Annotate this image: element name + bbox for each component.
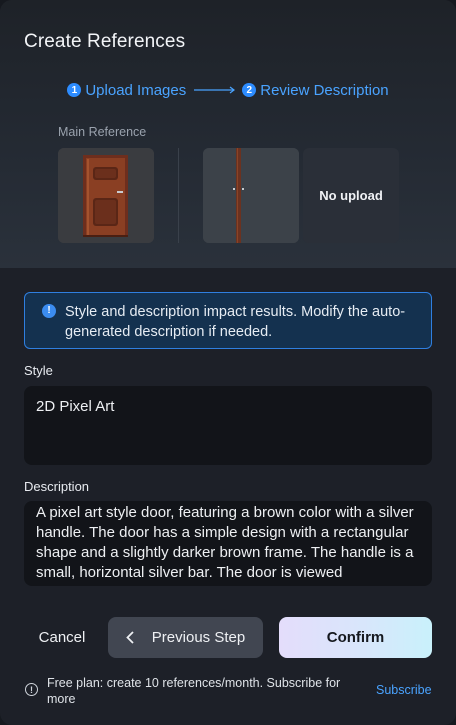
- info-circle-icon: !: [25, 683, 38, 696]
- info-message: Style and description impact results. Mo…: [65, 304, 406, 340]
- step-2-number: 2: [242, 83, 257, 97]
- main-reference-label: Main Reference: [58, 125, 147, 139]
- subscribe-link[interactable]: Subscribe: [376, 683, 432, 697]
- action-bar: Cancel Previous Step Confirm: [0, 617, 456, 658]
- door-side-image: [203, 148, 299, 243]
- step-2-label: Review Description: [260, 81, 389, 99]
- door-front-image: [58, 148, 154, 243]
- chevron-left-icon: [126, 631, 134, 644]
- confirm-button[interactable]: Confirm: [279, 617, 432, 658]
- info-icon: !: [42, 304, 56, 318]
- cancel-button[interactable]: Cancel: [24, 617, 100, 658]
- previous-step-label: Previous Step: [151, 629, 246, 646]
- top-section: Create References 1 Upload Images 2 Revi…: [0, 0, 456, 268]
- style-label: Style: [24, 363, 53, 378]
- previous-step-button[interactable]: Previous Step: [108, 617, 263, 658]
- arrow-right-icon: [194, 86, 236, 94]
- free-plan-notice: Free plan: create 10 references/month. S…: [47, 676, 341, 706]
- main-reference-image[interactable]: [58, 148, 154, 243]
- create-references-dialog: Create References 1 Upload Images 2 Revi…: [0, 0, 456, 725]
- step-1-label: Upload Images: [85, 81, 187, 99]
- description-label: Description: [24, 479, 90, 494]
- no-upload-label: No upload: [319, 188, 383, 203]
- reference-divider: [178, 148, 179, 243]
- info-banner: ! Style and description impact results. …: [24, 292, 432, 349]
- step-upload-images[interactable]: 1 Upload Images: [67, 82, 186, 99]
- style-input[interactable]: 2D Pixel Art: [24, 386, 432, 465]
- description-textarea[interactable]: A pixel art style door, featuring a brow…: [24, 501, 432, 586]
- empty-reference-slot[interactable]: No upload: [303, 148, 399, 243]
- step-review-description[interactable]: 2 Review Description: [242, 81, 389, 99]
- step-1-number: 1: [67, 83, 82, 97]
- stepper: 1 Upload Images 2 Review Description: [0, 80, 456, 100]
- side-reference-image[interactable]: [203, 148, 299, 243]
- dialog-title: Create References: [24, 31, 186, 52]
